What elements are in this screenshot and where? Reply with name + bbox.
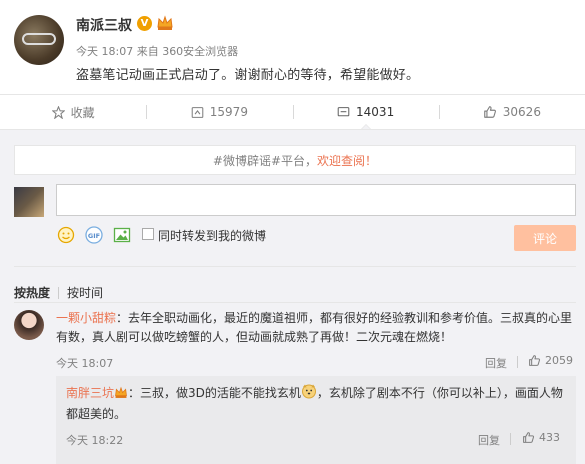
reply-body-start: ：三叔，做3D的活能不能找玄机 (128, 386, 301, 400)
comment-count: 14031 (356, 105, 395, 119)
reply-button[interactable]: 回复 (485, 355, 507, 371)
tab-by-time[interactable]: 按时间 (67, 284, 103, 301)
notice-link[interactable]: 欢迎查阅！ (317, 152, 377, 169)
notice-prefix: #微博辟谣#平台， (212, 153, 318, 168)
emoji-icon[interactable] (57, 226, 75, 244)
comment-button[interactable]: 14031 (292, 95, 439, 130)
post-text: 盗墓笔记动画正式启动了。谢谢耐心的等待，希望能做好。 (76, 68, 420, 83)
like-count: 30626 (502, 105, 541, 119)
comment-body: ：去年全职动画化，最近的魔道祖师，都有很好的经验教训和参考价值。三叔真的心里有数… (56, 311, 573, 344)
comment-like-count: 2059 (545, 354, 573, 367)
crown-icon (157, 15, 173, 30)
repost-checkbox[interactable] (142, 228, 154, 240)
divider (14, 302, 576, 303)
repost-button[interactable]: 15979 (146, 95, 292, 129)
star-icon (51, 105, 65, 119)
divider (517, 356, 518, 368)
comment-text: 一颗小甜粽：去年全职动画化，最近的魔道祖师，都有很好的经验教训和参考价值。三叔真… (56, 309, 576, 347)
verified-icon: V (137, 16, 152, 31)
reply-time: 今天 18:22 (66, 434, 124, 447)
thumbs-up-icon (522, 431, 535, 444)
svg-text:GIF: GIF (88, 232, 100, 240)
tab-by-hot[interactable]: 按热度 (14, 284, 50, 301)
gif-icon[interactable]: GIF (85, 226, 103, 244)
reply-user-name[interactable]: 南胖三坑 (66, 386, 114, 400)
author-avatar[interactable] (14, 15, 64, 65)
divider (14, 266, 576, 267)
repost-icon (191, 106, 204, 119)
favorite-button[interactable]: 收藏 (0, 95, 146, 129)
repost-count: 15979 (209, 105, 248, 119)
crown-icon (115, 386, 127, 398)
dog-emoji-icon (301, 384, 316, 399)
action-bar: 收藏 15979 14031 30626 (0, 95, 585, 130)
rumor-notice[interactable]: #微博辟谣#平台， 欢迎查阅！ (14, 145, 576, 175)
like-button[interactable]: 30626 (438, 95, 585, 129)
reply-button[interactable]: 回复 (478, 432, 500, 448)
reply-like-count: 433 (539, 431, 560, 444)
repost-checkbox-label[interactable]: 同时转发到我的微博 (158, 227, 266, 244)
reply-text: 南胖三坑 ：三叔，做3D的活能不能找玄机 ，玄机除了剧本不行（你可以补上），画面人物… (66, 383, 568, 425)
thumbs-up-icon (483, 105, 497, 119)
my-avatar (14, 187, 44, 217)
post-meta: 今天 18:07 来自 360安全浏览器 (76, 45, 239, 58)
reply-like-button[interactable]: 433 (522, 431, 560, 444)
comment-icon (337, 106, 350, 119)
sort-tabs: 按热度 按时间 (14, 284, 103, 301)
favorite-label: 收藏 (70, 105, 95, 120)
submit-comment-button[interactable]: 评论 (514, 225, 576, 251)
commenter-avatar[interactable] (14, 310, 44, 340)
commenter-name[interactable]: 一颗小甜粽 (56, 311, 116, 325)
divider (510, 433, 511, 445)
comment-like-button[interactable]: 2059 (528, 354, 573, 367)
comment-time: 今天 18:07 (56, 357, 114, 370)
author-name[interactable]: 南派三叔 (76, 15, 132, 35)
divider (0, 129, 585, 130)
thumbs-up-icon (528, 354, 541, 367)
divider (58, 286, 60, 299)
image-icon[interactable] (113, 226, 131, 244)
comment-input[interactable] (56, 184, 576, 216)
